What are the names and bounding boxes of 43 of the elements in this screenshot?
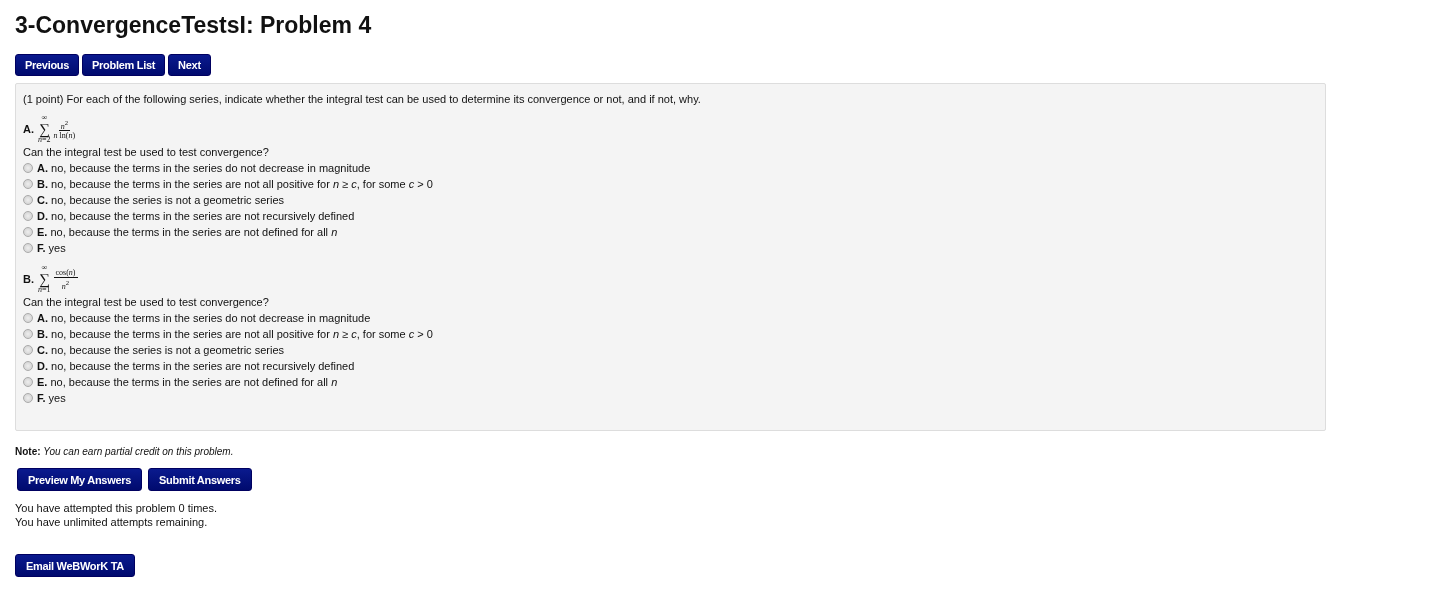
email-button[interactable]: Email WeBWorK TA — [15, 554, 135, 577]
answer-button[interactable]: Preview My Answers — [17, 468, 143, 491]
option-label[interactable]: D. no, because the terms in the series are not recursively defined — [37, 208, 355, 224]
option-label[interactable]: B. no, because the terms in the series are not all positive for n ≥ c, for some c > 0 — [37, 176, 433, 192]
fraction: cos(n) n$^{2}$ — [53, 267, 78, 291]
radio-button[interactable] — [23, 163, 33, 173]
radio-button[interactable] — [23, 243, 33, 253]
radio-button[interactable] — [23, 361, 33, 371]
option-label[interactable]: C. no, because the series is not a geometric series — [37, 192, 284, 208]
radio-button[interactable] — [23, 195, 33, 205]
nav-button[interactable]: Next — [168, 54, 211, 76]
part-label: B. — [23, 273, 34, 285]
summation-symbol: ∞ ∑ n=2 — [38, 114, 51, 144]
option-label[interactable]: E. no, because the terms in the series are not defined for all n — [37, 374, 338, 390]
option-label[interactable]: E. no, because the terms in the series are not defined for all n — [37, 224, 338, 240]
radio-button[interactable] — [23, 179, 33, 189]
part-label: A. — [23, 123, 34, 135]
option-label[interactable]: F. yes — [37, 240, 66, 256]
question-text: Can the integral test be used to test convergence? — [23, 295, 269, 310]
radio-button[interactable] — [23, 211, 33, 221]
nav-button[interactable]: Previous — [15, 54, 80, 76]
attempts-text: You have unlimited attempts remaining. — [15, 515, 209, 529]
option-label[interactable]: C. no, because the series is not a geometric series — [37, 342, 284, 358]
page-title: 3-ConvergenceTestsI: Problem 4 — [15, 11, 372, 39]
radio-button[interactable] — [23, 393, 33, 403]
option-label[interactable]: A. no, because the terms in the series do not decrease in magnitude — [37, 160, 371, 176]
fraction: n$^{2}$ n ln(n) — [53, 117, 76, 141]
radio-button[interactable] — [23, 329, 33, 339]
note-text: Note: You can earn partial credit on this problem. — [15, 446, 234, 457]
option-label[interactable]: A. no, because the terms in the series do not decrease in magnitude — [37, 310, 371, 326]
radio-button[interactable] — [23, 227, 33, 237]
answer-button[interactable]: Submit Answers — [148, 468, 252, 491]
option-label[interactable]: D. no, because the terms in the series are not recursively defined — [37, 358, 355, 374]
summation-symbol: ∞ ∑ n=1 — [38, 264, 51, 294]
option-label[interactable]: B. no, because the terms in the series are not all positive for n ≥ c, for some c > 0 — [37, 326, 433, 342]
nav-button[interactable]: Problem List — [82, 54, 166, 76]
question-text: Can the integral test be used to test convergence? — [23, 145, 269, 160]
option-label[interactable]: F. yes — [37, 390, 66, 406]
radio-button[interactable] — [23, 345, 33, 355]
radio-button[interactable] — [23, 377, 33, 387]
radio-button[interactable] — [23, 313, 33, 323]
problem-text: (1 point) For each of the following series, indicate whether the integral test can be used to determine its convergence or not, and if not, why. — [23, 92, 701, 106]
attempts-text: You have attempted this problem 0 times. — [15, 501, 217, 515]
